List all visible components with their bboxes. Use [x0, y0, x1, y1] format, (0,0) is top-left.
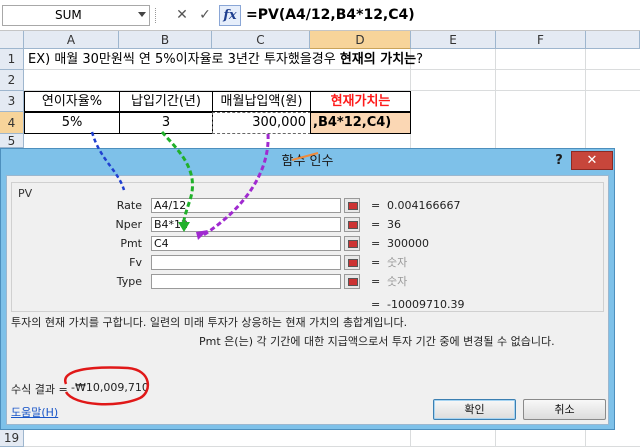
row-header-1[interactable]: 1 [0, 49, 24, 70]
column-header-c[interactable]: C [212, 31, 310, 49]
nper-value: 36 [387, 218, 401, 231]
pmt-label: Pmt [120, 237, 142, 250]
pmt-input[interactable]: C4 [151, 236, 341, 251]
cell-a4[interactable]: 5% [24, 112, 120, 134]
type-value: 숫자 [387, 275, 408, 288]
fv-label: Fv [129, 256, 142, 269]
collapse-dialog-icon[interactable] [344, 255, 360, 270]
collapse-dialog-icon[interactable] [344, 274, 360, 289]
row-header-5[interactable]: 5 [0, 134, 24, 148]
title-suffix: ? [416, 52, 424, 67]
cell-a1[interactable]: EX) 매월 30만원씩 연 5%이자율로 3년간 투자했을경우 현재의 가치는… [28, 51, 423, 69]
formula-input[interactable]: =PV(A4/12,B4*12,C4) [246, 6, 415, 25]
column-header-b[interactable]: B [119, 31, 212, 49]
cell-d4[interactable]: ,B4*12,C4) [310, 112, 411, 134]
cancel-button[interactable]: 취소 [523, 399, 606, 420]
name-box[interactable]: SUM [2, 5, 150, 26]
separator [155, 8, 158, 23]
row-header-2[interactable]: 2 [0, 70, 24, 91]
checkmark-icon[interactable]: ✓ [196, 6, 214, 25]
nper-input[interactable]: B4*12 [151, 217, 341, 232]
collapse-dialog-icon[interactable] [344, 236, 360, 251]
rate-input[interactable]: A4/12 [151, 198, 341, 213]
row-header-19[interactable]: 19 [0, 430, 24, 447]
fv-input[interactable] [151, 255, 341, 270]
formula-bar: SUM ✕ ✓ fx =PV(A4/12,B4*12,C4) [0, 0, 640, 31]
nper-label: Nper [115, 218, 142, 231]
cancel-x-icon[interactable]: ✕ [173, 6, 191, 25]
cell-b3[interactable]: 납입기간(년) [119, 91, 213, 112]
formula-result-label: 수식 결과 = [11, 383, 68, 396]
equals-sign: = [371, 218, 381, 231]
pmt-value: 300000 [387, 237, 429, 250]
rate-value: 0.004166667 [387, 199, 461, 212]
column-header-e[interactable]: E [411, 31, 496, 49]
gridline [24, 69, 640, 70]
function-arguments-dialog: 함수 인수 ? ✕ PV Rate A4/12 = 0.004166667 Np… [0, 148, 615, 430]
help-icon[interactable]: ? [549, 151, 569, 171]
cell-c4[interactable]: 300,000 [212, 112, 311, 134]
collapse-dialog-icon[interactable] [344, 198, 360, 213]
row-header-3[interactable]: 3 [0, 91, 24, 112]
dialog-body: PV Rate A4/12 = 0.004166667 Nper B4*12 =… [6, 175, 609, 425]
column-header-a[interactable]: A [24, 31, 119, 49]
column-header-g[interactable] [586, 31, 640, 49]
cell-a3[interactable]: 연이자율% [24, 91, 120, 112]
cell-d3[interactable]: 현재가치는 [310, 91, 411, 112]
function-result-value: -10009710.39 [387, 298, 465, 311]
title-text: EX) 매월 30만원씩 연 5%이자율로 3년간 투자했을경우 [28, 52, 340, 67]
insert-function-button[interactable]: fx [219, 5, 241, 26]
collapse-dialog-icon[interactable] [344, 217, 360, 232]
equals-sign: = [371, 199, 381, 212]
equals-sign: = [371, 237, 381, 250]
function-name: PV [18, 187, 33, 200]
title-bold-text: 현재의 가치는 [339, 52, 417, 67]
fv-value: 숫자 [387, 256, 408, 269]
row-header-4[interactable]: 4 [0, 112, 24, 134]
function-description: 투자의 현재 가치를 구합니다. 일련의 미래 투자가 상응하는 현재 가치의 … [11, 316, 408, 329]
argument-description: Pmt 은(는) 각 기간에 대한 지급액으로서 투자 기간 중에 변경될 수 … [199, 335, 555, 348]
help-link[interactable]: 도움말(H) [11, 404, 58, 420]
chevron-down-icon[interactable] [138, 12, 146, 17]
cell-b4[interactable]: 3 [119, 112, 213, 134]
equals-sign: = [371, 298, 381, 311]
column-header-d[interactable]: D [310, 31, 411, 49]
equals-sign: = [371, 256, 381, 269]
ok-button[interactable]: 확인 [433, 399, 516, 420]
equals-sign: = [371, 275, 381, 288]
type-label: Type [116, 275, 142, 288]
close-icon[interactable]: ✕ [571, 151, 613, 170]
cell-c3[interactable]: 매월납입액(원) [212, 91, 311, 112]
column-header-f[interactable]: F [496, 31, 586, 49]
type-input[interactable] [151, 274, 341, 289]
select-all-corner[interactable] [0, 31, 24, 49]
formula-result-value: -₩10,009,710 [71, 381, 149, 394]
rate-label: Rate [116, 199, 142, 212]
dialog-title: 함수 인수 [281, 154, 334, 169]
